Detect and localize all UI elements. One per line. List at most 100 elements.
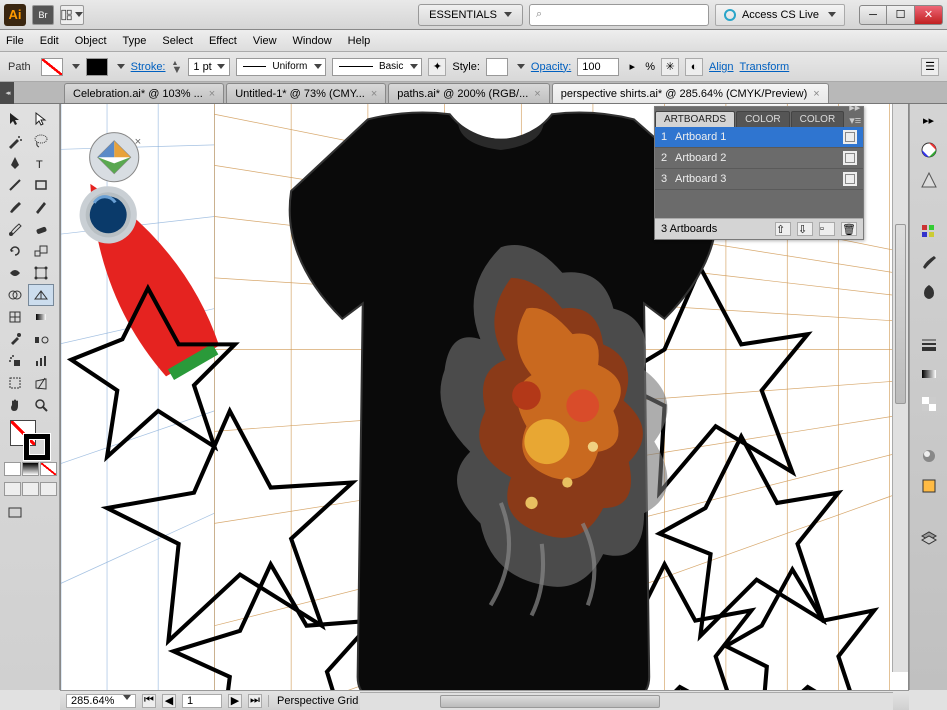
menu-edit[interactable]: Edit bbox=[40, 35, 59, 47]
artboard-orientation-icon[interactable] bbox=[843, 172, 857, 186]
menu-file[interactable]: File bbox=[6, 35, 24, 47]
document-tab[interactable]: Celebration.ai* @ 103% ...× bbox=[64, 83, 224, 103]
rectangle-tool-icon[interactable] bbox=[28, 174, 54, 196]
bridge-icon[interactable]: Br bbox=[32, 5, 54, 25]
panel-more-icon[interactable]: ▸▸ ▾≡ bbox=[845, 104, 865, 127]
zoom-level-input[interactable]: 285.64% bbox=[66, 694, 136, 708]
slice-tool-icon[interactable] bbox=[28, 372, 54, 394]
mesh-tool-icon[interactable] bbox=[2, 306, 28, 328]
variable-width-profile-dropdown[interactable]: Uniform bbox=[236, 58, 326, 76]
transform-panel-link[interactable]: Transform bbox=[740, 61, 790, 73]
panel-tab-color-guide[interactable]: COLOR bbox=[791, 111, 845, 127]
color-panel-icon[interactable] bbox=[918, 140, 940, 160]
layers-panel-icon[interactable] bbox=[918, 528, 940, 548]
close-tab-icon[interactable]: × bbox=[813, 88, 819, 100]
column-graph-tool-icon[interactable] bbox=[28, 350, 54, 372]
screen-mode-icon[interactable] bbox=[2, 502, 28, 524]
opacity-input[interactable]: 100 bbox=[577, 58, 619, 76]
artboard-orientation-icon[interactable] bbox=[843, 151, 857, 165]
scale-tool-icon[interactable] bbox=[28, 240, 54, 262]
menu-select[interactable]: Select bbox=[162, 35, 193, 47]
fill-swatch[interactable] bbox=[41, 58, 63, 76]
lasso-tool-icon[interactable] bbox=[28, 130, 54, 152]
brush-definition-dropdown[interactable]: Basic bbox=[332, 58, 422, 76]
perspective-grid-tool-icon[interactable] bbox=[28, 284, 54, 306]
shape-builder-tool-icon[interactable] bbox=[2, 284, 28, 306]
magic-wand-tool-icon[interactable] bbox=[2, 130, 28, 152]
transparency-panel-icon[interactable] bbox=[918, 394, 940, 414]
document-tab[interactable]: Untitled-1* @ 73% (CMY...× bbox=[226, 83, 386, 103]
artboard-tool-icon[interactable] bbox=[2, 372, 28, 394]
control-menu-icon[interactable]: ☰ bbox=[921, 58, 939, 76]
artboard-row[interactable]: 2 Artboard 2 bbox=[655, 148, 863, 169]
maximize-button[interactable]: ☐ bbox=[887, 5, 915, 25]
arrange-documents-icon[interactable] bbox=[60, 5, 84, 25]
document-tab-active[interactable]: perspective shirts.ai* @ 285.64% (CMYK/P… bbox=[552, 83, 829, 103]
gradient-mode-icon[interactable] bbox=[22, 462, 39, 476]
gradient-panel-icon[interactable] bbox=[918, 364, 940, 384]
draw-inside-icon[interactable] bbox=[40, 482, 57, 496]
panel-tab-color[interactable]: COLOR bbox=[736, 111, 790, 127]
menu-view[interactable]: View bbox=[253, 35, 277, 47]
workspace-switcher[interactable]: ESSENTIALS bbox=[418, 4, 523, 26]
select-similar-icon[interactable]: ◐ bbox=[685, 58, 703, 76]
move-down-icon[interactable]: ⇩ bbox=[797, 222, 813, 236]
blend-tool-icon[interactable] bbox=[28, 328, 54, 350]
prev-artboard-button[interactable]: ◀ bbox=[162, 694, 176, 708]
color-mode-icon[interactable] bbox=[4, 462, 21, 476]
first-artboard-button[interactable]: ⏮ bbox=[142, 694, 156, 708]
selection-tool-icon[interactable] bbox=[2, 108, 28, 130]
zoom-tool-icon[interactable] bbox=[28, 394, 54, 416]
eyedropper-tool-icon[interactable] bbox=[2, 328, 28, 350]
rotate-tool-icon[interactable] bbox=[2, 240, 28, 262]
brush-options-icon[interactable]: ✦ bbox=[428, 58, 446, 76]
pencil-tool-icon[interactable] bbox=[28, 196, 54, 218]
menu-object[interactable]: Object bbox=[75, 35, 107, 47]
opacity-link[interactable]: Opacity: bbox=[531, 61, 571, 73]
stroke-swatch[interactable] bbox=[86, 58, 108, 76]
free-transform-tool-icon[interactable] bbox=[28, 262, 54, 284]
menu-help[interactable]: Help bbox=[348, 35, 371, 47]
last-artboard-button[interactable]: ⏭ bbox=[248, 694, 262, 708]
graphic-styles-panel-icon[interactable] bbox=[918, 476, 940, 496]
horizontal-scrollbar[interactable] bbox=[360, 692, 893, 710]
align-panel-link[interactable]: Align bbox=[709, 61, 733, 73]
vertical-scrollbar[interactable] bbox=[892, 104, 908, 672]
search-input[interactable]: ⌕ bbox=[529, 4, 709, 26]
paintbrush-tool-icon[interactable] bbox=[2, 196, 28, 218]
document-tab[interactable]: paths.ai* @ 200% (RGB/...× bbox=[388, 83, 549, 103]
stroke-panel-link[interactable]: Stroke: bbox=[131, 61, 166, 73]
new-artboard-icon[interactable]: ▫ bbox=[819, 222, 835, 236]
panel-tab-artboards[interactable]: ARTBOARDS bbox=[655, 111, 735, 127]
appearance-panel-icon[interactable] bbox=[918, 446, 940, 466]
next-artboard-button[interactable]: ▶ bbox=[228, 694, 242, 708]
none-mode-icon[interactable] bbox=[40, 462, 57, 476]
menu-type[interactable]: Type bbox=[123, 35, 147, 47]
close-tab-icon[interactable]: × bbox=[534, 88, 540, 100]
artboard-row[interactable]: 3 Artboard 3 bbox=[655, 169, 863, 190]
menu-window[interactable]: Window bbox=[293, 35, 332, 47]
collapse-dock-icon[interactable]: ▸▸ bbox=[918, 110, 940, 130]
menu-effect[interactable]: Effect bbox=[209, 35, 237, 47]
color-guide-panel-icon[interactable] bbox=[918, 170, 940, 190]
direct-selection-tool-icon[interactable] bbox=[28, 108, 54, 130]
stroke-indicator-icon[interactable] bbox=[24, 434, 50, 460]
delete-artboard-icon[interactable]: 🗑 bbox=[841, 222, 857, 236]
line-segment-tool-icon[interactable] bbox=[2, 174, 28, 196]
tab-grip-icon[interactable] bbox=[0, 82, 14, 104]
artboard-row[interactable]: 1 Artboard 1 bbox=[655, 127, 863, 148]
gradient-tool-icon[interactable] bbox=[28, 306, 54, 328]
stroke-panel-icon[interactable] bbox=[918, 334, 940, 354]
move-up-icon[interactable]: ⇧ bbox=[775, 222, 791, 236]
symbol-sprayer-tool-icon[interactable] bbox=[2, 350, 28, 372]
pen-tool-icon[interactable] bbox=[2, 152, 28, 174]
recolor-artwork-icon[interactable]: ✳ bbox=[661, 58, 679, 76]
hand-tool-icon[interactable] bbox=[2, 394, 28, 416]
graphic-style-swatch[interactable] bbox=[486, 58, 508, 76]
eraser-tool-icon[interactable] bbox=[28, 218, 54, 240]
type-tool-icon[interactable]: T bbox=[28, 152, 54, 174]
blob-brush-tool-icon[interactable] bbox=[2, 218, 28, 240]
artboard-orientation-icon[interactable] bbox=[843, 130, 857, 144]
draw-behind-icon[interactable] bbox=[22, 482, 39, 496]
cs-live-button[interactable]: Access CS Live bbox=[715, 4, 845, 26]
